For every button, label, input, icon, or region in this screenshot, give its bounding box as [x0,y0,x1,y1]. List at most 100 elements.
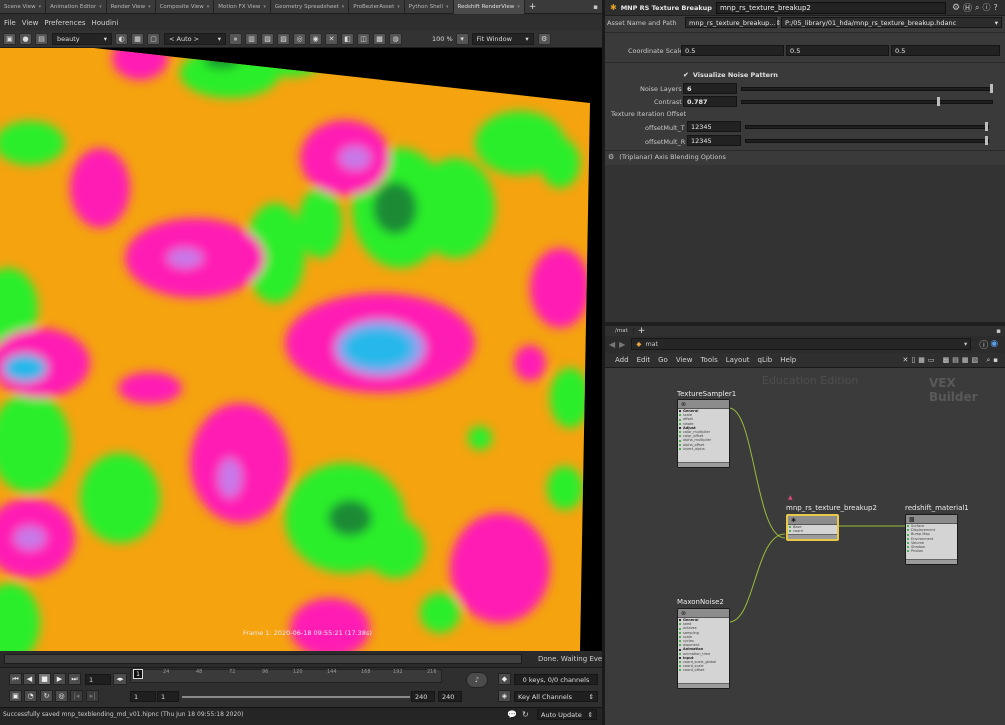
tab-probezierasset[interactable]: ProBezierAsset ▾ [349,0,405,14]
exposure-icon[interactable]: ◉ [309,33,322,45]
grid-icon[interactable]: ✕ [325,33,338,45]
node-texture-sampler[interactable]: ⊗ General scale offset rotate Adjust col… [677,399,730,468]
menu-tools[interactable]: Tools [700,356,717,364]
menu-add[interactable]: Add [615,356,629,364]
pane-menu-icon[interactable]: ▪ [593,3,602,11]
node-redshift-material[interactable]: ▩ Surface Displacement Bump Map Environm… [905,514,958,565]
save-image-icon[interactable]: ◫ [357,33,370,45]
help-question-icon[interactable]: ? [994,3,998,12]
noise-layers-slider-handle[interactable] [990,84,993,93]
help-icon[interactable]: ◉ [990,339,998,349]
menu-houdini[interactable]: Houdini [92,19,119,27]
history-icon[interactable]: ▩ [373,33,386,45]
noise-layers-slider[interactable] [741,87,993,91]
audio-icon[interactable]: ♪ [466,672,488,688]
help-icon[interactable]: Ⓗ [963,1,972,14]
tab-scene-view[interactable]: Scene View ▾ [0,0,47,14]
info-icon[interactable]: ⓘ [979,338,988,351]
fit-window-select[interactable]: Fit Window ▾ [471,33,534,45]
coord-scale-z-field[interactable]: 0.5 [891,45,1000,56]
tab-redshift-renderview[interactable]: Redshift RenderView ▾ [453,0,525,14]
tab-motion-fx-view[interactable]: Motion FX View ▾ [214,0,271,14]
visualize-noise-checkbox[interactable]: ✔ Visualize Noise Pattern [683,71,778,79]
color-icon[interactable]: ◎ [293,33,306,45]
refresh-icon[interactable]: ↻ [522,710,534,720]
coord-scale-y-field[interactable]: 0.5 [786,45,889,56]
search-icon[interactable]: ⌕ [975,3,979,13]
network-tools-icons[interactable]: ✕▯▦▭ ▩▤▦▧ ⌕▪ [902,356,1001,365]
node-name-field[interactable]: mnp_rs_texture_breakup2 [715,1,946,14]
menu-edit[interactable]: Edit [637,356,651,364]
menu-go[interactable]: Go [658,356,668,364]
settings-icon[interactable]: ◍ [389,33,402,45]
key-icon[interactable]: ◆ [498,673,511,685]
render-stop-icon[interactable]: ● [19,33,32,45]
next-key-icon[interactable]: ▸| [86,690,99,702]
start-frame-field[interactable]: 1 [130,691,156,702]
zoom-icon[interactable]: ▾ [455,33,469,45]
gear-icon[interactable]: ⚙ [537,33,551,45]
auto-update-select[interactable]: Auto Update ⇕ [537,709,597,720]
pane-menu-icon[interactable]: ▪ [996,327,1001,335]
contrast-slider-handle[interactable] [937,97,940,106]
bucket-icon[interactable]: ▥ [245,33,258,45]
crop-icon[interactable]: ▢ [147,33,160,45]
realtime-icon[interactable]: ▣ [9,690,22,702]
loop-icon[interactable]: ↻ [40,690,53,702]
channel-icon[interactable]: ▨ [277,33,290,45]
axis-blending-folder[interactable]: ⚙ (Triplanar) Axis Blending Options [608,153,726,161]
info-icon[interactable]: ⓘ [983,2,991,13]
lock-icon[interactable]: ◐ [115,33,128,45]
play-reverse-icon[interactable]: ◀ [23,673,36,685]
keyframe-icon[interactable]: ◔ [24,690,37,702]
add-tab-icon[interactable]: + [638,326,646,336]
stop-icon[interactable]: ■ [38,673,51,685]
forward-icon[interactable]: ▶ [619,340,625,349]
aov-select[interactable]: beauty ▾ [52,33,112,45]
add-tab-icon[interactable]: + [525,2,541,12]
gear-icon[interactable]: ⚙ [952,3,960,13]
camera-select[interactable]: < Auto > ▾ [164,33,226,45]
render-start-icon[interactable]: ▣ [3,33,16,45]
play-icon[interactable]: ▶ [53,673,66,685]
render-viewport[interactable] [0,48,602,651]
menu-layout[interactable]: Layout [726,356,750,364]
offset-t-field[interactable]: 12345 [687,121,741,132]
node-texture-breakup[interactable]: ✱ Base coord [786,514,839,541]
jump-end-icon[interactable]: ⏭ [68,673,81,685]
ipr-icon[interactable]: ▧ [261,33,274,45]
range-slider[interactable] [182,696,410,698]
contrast-field[interactable]: 0.787 [683,96,737,107]
key-all-channels-select[interactable]: Key All Channels ⇕ [514,691,598,702]
offset-t-slider-handle[interactable] [985,122,988,131]
offset-r-slider-handle[interactable] [985,136,988,145]
jump-start-icon[interactable]: ⏮ [9,673,22,685]
tab-python-shell[interactable]: Python Shell ▾ [405,0,454,14]
current-frame-field[interactable]: 1 [85,674,111,685]
snapshot-icon[interactable]: ▤ [35,33,48,45]
playhead-marker[interactable]: 1 [133,669,143,679]
tab-geometry-spreadsheet[interactable]: Geometry Spreadsheet ▾ [271,0,350,14]
step-icon[interactable]: ◂▸ [113,673,127,685]
tab-animation-editor[interactable]: Animation Editor ▾ [46,0,107,14]
key-channels-icon[interactable]: ◈ [498,690,511,702]
node-maxon-noise[interactable]: ⊗ General seed octaves sampling scale cy… [677,608,730,689]
pause-icon[interactable]: ⏸ [229,33,242,45]
chat-icon[interactable]: 💬 [507,710,519,720]
offset-r-field[interactable]: 12345 [687,135,741,146]
menu-view[interactable]: View [22,19,39,27]
range-end-field[interactable]: 240 [411,691,435,702]
offset-r-slider[interactable] [745,139,989,143]
prev-key-icon[interactable]: |◂ [70,690,83,702]
menu-file[interactable]: File [4,19,16,27]
contrast-slider[interactable] [741,100,993,104]
noise-layers-field[interactable]: 6 [683,83,737,94]
menu-view[interactable]: View [676,356,693,364]
range-start-field[interactable]: 1 [157,691,179,702]
tab-render-view[interactable]: Render View ▾ [107,0,156,14]
back-icon[interactable]: ◀ [609,340,615,349]
keys-channels-field[interactable]: 0 keys, 0/0 channels [514,674,598,685]
end-frame-field[interactable]: 240 [438,691,462,702]
zoom-level[interactable]: 100 % [432,35,453,43]
network-path-field[interactable]: ◆ mat ▾ [631,338,972,350]
